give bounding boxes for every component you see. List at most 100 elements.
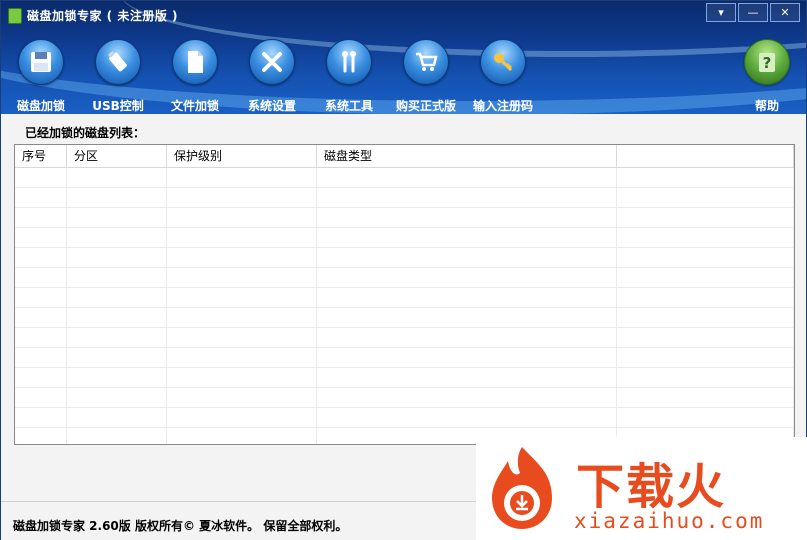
table-cell	[67, 308, 167, 327]
table-row[interactable]	[15, 248, 794, 268]
table-cell	[15, 348, 67, 367]
menu-button[interactable]: ▾	[706, 3, 736, 22]
table-cell	[317, 268, 617, 287]
column-header-disk-type[interactable]: 磁盘类型	[317, 145, 617, 167]
table-cell	[167, 268, 317, 287]
table-cell	[317, 368, 617, 387]
table-row[interactable]	[15, 168, 794, 188]
window-title: 磁盘加锁专家 ( 未注册版 )	[27, 9, 179, 23]
buy-full-version-button[interactable]: 购买正式版	[386, 39, 466, 114]
svg-text:?: ?	[763, 54, 772, 72]
table-cell	[67, 328, 167, 347]
locked-disk-table[interactable]: 序号 分区 保护级别 磁盘类型	[14, 144, 795, 445]
table-cell	[167, 408, 317, 427]
table-cell	[317, 208, 617, 227]
table-cell	[317, 248, 617, 267]
table-cell	[167, 308, 317, 327]
copyright-text: 磁盘加锁专家 2.60版 版权所有© 夏冰软件。 保留全部权利。	[13, 519, 348, 533]
document-icon	[172, 39, 218, 85]
table-row[interactable]	[15, 348, 794, 368]
column-header-number[interactable]: 序号	[15, 145, 67, 167]
table-cell	[317, 188, 617, 207]
table-cell	[15, 208, 67, 227]
table-row[interactable]	[15, 308, 794, 328]
table-cell	[15, 328, 67, 347]
table-cell	[317, 228, 617, 247]
table-cell	[167, 328, 317, 347]
table-cell	[317, 168, 617, 187]
column-header-blank[interactable]	[617, 145, 794, 167]
usb-control-button[interactable]: USB控制	[78, 39, 158, 114]
table-cell	[617, 348, 794, 367]
usb-control-label: USB控制	[92, 99, 144, 113]
table-cell	[15, 228, 67, 247]
table-cell	[67, 208, 167, 227]
header-banner: 磁盘加锁专家 ( 未注册版 ) ▾ — ✕ 磁盘加锁 USB控制 文件加锁 系统…	[1, 1, 806, 114]
table-row[interactable]	[15, 388, 794, 408]
buy-full-version-label: 购买正式版	[395, 99, 456, 113]
window-controls: ▾ — ✕	[704, 3, 800, 22]
table-cell	[617, 208, 794, 227]
table-cell	[167, 228, 317, 247]
system-settings-button[interactable]: 系统设置	[232, 39, 312, 114]
table-cell	[317, 288, 617, 307]
help-label: 帮助	[754, 99, 779, 113]
wrench-icon	[326, 39, 372, 85]
table-row[interactable]	[15, 268, 794, 288]
enter-registration-code-label: 输入注册码	[472, 99, 533, 113]
app-icon	[8, 8, 22, 24]
key-icon	[480, 39, 526, 85]
flame-logo-icon	[492, 447, 552, 529]
table-cell	[15, 368, 67, 387]
floppy-disk-icon	[18, 39, 64, 85]
file-lock-button[interactable]: 文件加锁	[155, 39, 235, 114]
table-row[interactable]	[15, 188, 794, 208]
table-cell	[617, 288, 794, 307]
table-cell	[67, 368, 167, 387]
table-row[interactable]	[15, 228, 794, 248]
minimize-button[interactable]: —	[738, 3, 768, 22]
help-icon: ?	[744, 39, 790, 85]
table-cell	[67, 348, 167, 367]
table-cell	[67, 268, 167, 287]
enter-registration-code-button[interactable]: 输入注册码	[463, 39, 543, 114]
usb-drive-icon	[95, 39, 141, 85]
table-cell	[67, 288, 167, 307]
table-row[interactable]	[15, 368, 794, 388]
table-cell	[15, 268, 67, 287]
column-header-protection-level[interactable]: 保护级别	[167, 145, 317, 167]
table-header: 序号 分区 保护级别 磁盘类型	[15, 145, 794, 168]
disk-lock-button[interactable]: 磁盘加锁	[1, 39, 81, 114]
shopping-cart-icon	[403, 39, 449, 85]
close-button[interactable]: ✕	[770, 3, 800, 22]
table-cell	[617, 328, 794, 347]
watermark: 下载火 xiazaihuo.com	[476, 437, 807, 540]
table-cell	[67, 388, 167, 407]
table-row[interactable]	[15, 408, 794, 428]
table-cell	[317, 328, 617, 347]
table-cell	[317, 408, 617, 427]
system-tools-button[interactable]: 系统工具	[309, 39, 389, 114]
table-cell	[67, 188, 167, 207]
table-cell	[15, 248, 67, 267]
table-cell	[15, 308, 67, 327]
table-cell	[167, 188, 317, 207]
help-button[interactable]: ? 帮助	[727, 39, 806, 114]
table-cell	[67, 248, 167, 267]
table-row[interactable]	[15, 208, 794, 228]
watermark-brand: 下载火	[576, 459, 727, 515]
table-cell	[317, 308, 617, 327]
table-cell	[67, 168, 167, 187]
disk-lock-label: 磁盘加锁	[16, 99, 65, 113]
table-cell	[167, 208, 317, 227]
file-lock-label: 文件加锁	[170, 99, 219, 113]
table-cell	[167, 428, 317, 444]
column-header-partition[interactable]: 分区	[67, 145, 167, 167]
table-row[interactable]	[15, 328, 794, 348]
table-cell	[167, 168, 317, 187]
table-cell	[15, 188, 67, 207]
app-window: 磁盘加锁专家 ( 未注册版 ) ▾ — ✕ 磁盘加锁 USB控制 文件加锁 系统…	[0, 0, 807, 540]
table-row[interactable]	[15, 288, 794, 308]
table-cell	[617, 188, 794, 207]
table-cell	[15, 388, 67, 407]
